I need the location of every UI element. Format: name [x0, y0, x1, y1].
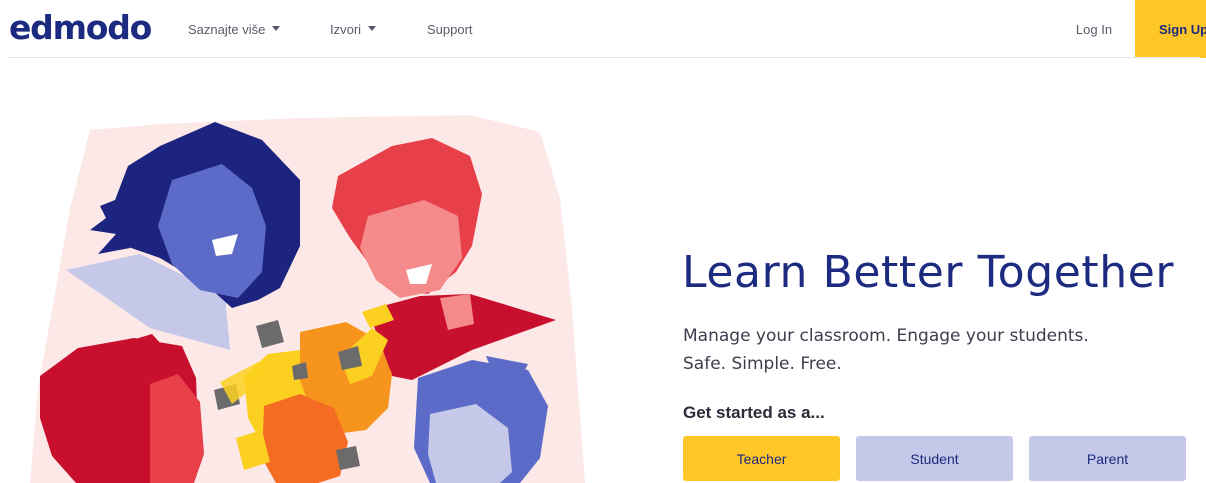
nav-saznajte-vise[interactable]: Saznajte više — [188, 20, 281, 38]
student-signup-button[interactable]: Student — [856, 436, 1013, 481]
hero-subtitle-line: Manage your classroom. Engage your stude… — [683, 326, 1089, 346]
signup-button[interactable]: Sign Up — [1135, 0, 1206, 58]
nav-label: Izvori — [330, 21, 362, 37]
hero-subtitle: Manage your classroom. Engage your stude… — [683, 322, 1183, 378]
caret-down-icon — [272, 26, 281, 31]
hero-subtitle-line: Safe. Simple. Free. — [683, 354, 842, 374]
hero-title: Learn Better Together — [682, 247, 1175, 298]
caret-down-icon — [368, 26, 377, 31]
nav-label: Support — [427, 21, 473, 37]
parent-signup-button[interactable]: Parent — [1029, 436, 1186, 481]
login-link[interactable]: Log In — [1064, 0, 1124, 58]
teacher-signup-button[interactable]: Teacher — [683, 436, 840, 481]
nav-izvori[interactable]: Izvori — [330, 20, 377, 38]
person-blue-hair — [414, 356, 548, 483]
get-started-heading: Get started as a... — [683, 403, 825, 422]
hero-illustration — [0, 58, 600, 483]
nav-label: Saznajte više — [188, 21, 266, 37]
edmodo-logo[interactable]: edmodo — [9, 8, 152, 47]
top-navbar: edmodo Saznajte više Izvori Support Log … — [0, 0, 1206, 58]
nav-support[interactable]: Support — [427, 20, 473, 38]
